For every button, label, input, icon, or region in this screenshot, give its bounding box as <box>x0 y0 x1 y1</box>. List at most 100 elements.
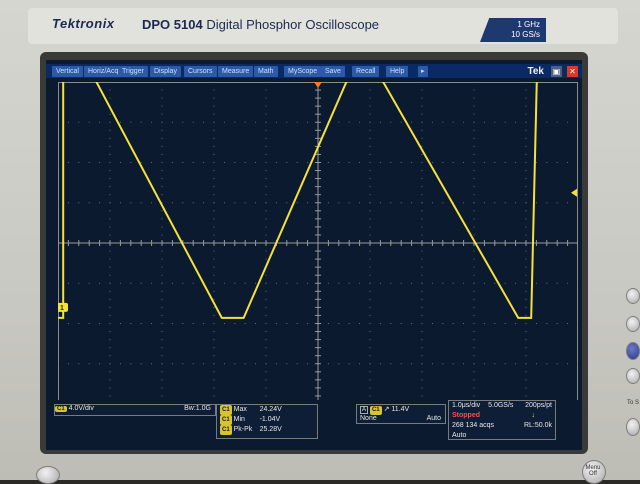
trigger-level-icon <box>571 188 577 197</box>
side-knob-1[interactable] <box>626 288 640 304</box>
grid-dot <box>78 363 80 365</box>
channel-1-bandwidth: Bw:1.0G <box>184 405 211 412</box>
grid-dot <box>78 121 80 123</box>
menu-item-save[interactable]: Save <box>321 66 345 77</box>
grid-dot <box>213 339 215 341</box>
grid-dot <box>473 82 475 83</box>
window-close-icon[interactable]: ✕ <box>567 66 578 77</box>
grid-dot <box>109 355 111 357</box>
grid-dot <box>473 226 475 228</box>
grid-dot <box>213 331 215 333</box>
grid-dot <box>359 323 361 324</box>
grid-dot <box>421 137 423 139</box>
grid-dot <box>411 363 413 365</box>
grid-dot <box>119 121 121 123</box>
menu-more-arrow-icon[interactable]: ▸ <box>418 66 428 77</box>
grid-dot <box>161 145 163 147</box>
side-label: To S <box>626 400 639 406</box>
side-knob-3[interactable] <box>626 368 640 384</box>
menu-item-vertical[interactable]: Vertical <box>52 66 83 77</box>
grid-dot <box>109 218 111 220</box>
menu-item-measure[interactable]: Measure <box>218 66 254 77</box>
model-description: Digital Phosphor Oscilloscope <box>206 17 380 32</box>
grid-dot <box>192 323 194 324</box>
grid-dot <box>390 323 392 324</box>
grid-dot <box>390 282 392 284</box>
grid-dot <box>109 387 111 389</box>
model-number: DPO 5104 <box>142 17 203 32</box>
grid-dot <box>546 162 548 163</box>
channel-1-readout[interactable]: C1 4.0V/div Bw:1.0G <box>54 404 216 416</box>
side-knob-blue[interactable] <box>626 342 640 360</box>
grid-dot <box>327 363 329 365</box>
grid-dot <box>338 282 340 284</box>
grid-dot <box>213 137 215 139</box>
grid-dot <box>161 234 163 236</box>
menu-item-recall[interactable]: Recall <box>352 66 380 77</box>
grid-dot <box>109 347 111 349</box>
grid-dot <box>369 162 371 163</box>
grid-dot <box>99 121 101 123</box>
grid-dot <box>504 282 506 284</box>
grid-dot <box>161 306 163 308</box>
measurement-label: Min <box>233 416 245 423</box>
menu-item-myscope[interactable]: MyScope <box>284 66 322 77</box>
grid-dot <box>213 234 215 236</box>
grid-dot <box>203 121 205 123</box>
menu-item-math[interactable]: Math <box>254 66 278 77</box>
grid-dot <box>473 178 475 180</box>
side-knob-4[interactable] <box>626 418 640 436</box>
grid-dot <box>151 162 153 163</box>
grid-dot <box>130 121 132 123</box>
grid-dot <box>452 323 454 324</box>
grid-dot <box>130 202 132 204</box>
grid-dot <box>213 105 215 107</box>
grid-dot <box>359 363 361 365</box>
bottom-left-button[interactable] <box>36 466 60 484</box>
grid-dot <box>265 298 267 300</box>
grid-dot <box>265 306 267 308</box>
grid-dot <box>192 282 194 284</box>
grid-dot <box>369 105 371 107</box>
measurement-readout[interactable]: C1 Max 24.24V C1 Min -1.04V C1 Pk-Pk 25.… <box>216 404 318 439</box>
menu-item-cursors[interactable]: Cursors <box>184 66 217 77</box>
measurement-label: Pk-Pk <box>233 426 253 433</box>
grid-dot <box>473 258 475 260</box>
grid-dot <box>421 379 423 381</box>
menu-item-help[interactable]: Help <box>386 66 409 77</box>
grid-dot <box>421 347 423 349</box>
grid-dot <box>546 323 548 324</box>
window-restore-icon[interactable]: ▣ <box>551 66 562 77</box>
grid-dot <box>286 323 288 324</box>
grid-dot <box>109 363 111 365</box>
trigger-readout[interactable]: A C1 ↗ 11.4V None Auto <box>356 404 446 424</box>
acquisition-readout[interactable]: 1.0μs/div 5.0GS/s 200ps/pt Stopped ↓ 268… <box>448 400 556 440</box>
grid-dot <box>348 162 350 163</box>
menu-item-display[interactable]: Display <box>150 66 181 77</box>
side-knob-2[interactable] <box>626 316 640 332</box>
measurement-chip: C1 <box>220 405 232 415</box>
grid-dot <box>265 97 267 99</box>
menu-item-trigger[interactable]: Trigger <box>118 66 148 77</box>
grid-dot <box>421 323 423 324</box>
spec-rate: 10 GS/s <box>511 30 540 39</box>
grid-dot <box>421 218 423 220</box>
menu-item-horiz-acq[interactable]: Horiz/Acq <box>84 66 123 77</box>
grid-dot <box>109 113 111 115</box>
grid-dot <box>473 387 475 389</box>
grid-dot <box>161 250 163 252</box>
grid-dot <box>161 162 163 163</box>
grid-dot <box>78 202 80 204</box>
channel-1-ground-marker[interactable]: 1 <box>58 302 68 312</box>
grid-dot <box>244 162 246 163</box>
grid-dot <box>359 202 361 204</box>
grid-dot <box>327 202 329 204</box>
grid-dot <box>67 121 69 123</box>
grid-dot <box>234 121 236 123</box>
grid-dot <box>182 363 184 365</box>
grid-dot <box>265 121 267 123</box>
grid-dot <box>473 355 475 357</box>
grid-dot <box>525 153 527 155</box>
grid-dot <box>348 282 350 284</box>
grid-dot <box>58 121 59 123</box>
